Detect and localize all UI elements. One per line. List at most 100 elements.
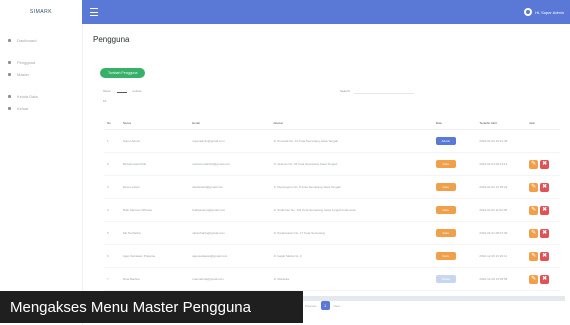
- table-row: 1 Super Admin superadmin@gmail.com Jl. Pemu…: [104, 129, 560, 153]
- entries-length-control: Show entries: [103, 88, 142, 93]
- cell-email: rinamarlina@gmail.com: [189, 267, 271, 291]
- cell-email: budisantoso@gmail.com: [189, 198, 271, 222]
- cell-email: muhammadrizki@gmail.com: [189, 152, 271, 176]
- top-navbar: Hi, Super Admin: [82, 0, 570, 24]
- cell-actions: ✎ ✖: [526, 221, 560, 245]
- cell-role: Guru: [432, 244, 477, 268]
- add-user-button[interactable]: Tambah Pengguna: [100, 68, 146, 78]
- main-content: Pengguna Tambah Pengguna Show entries Se…: [82, 24, 570, 325]
- edit-button[interactable]: ✎: [529, 251, 539, 261]
- cell-alamat: Jl. Merdeka: [270, 267, 433, 291]
- cell-terakhir-aktif: 2022-12-29 13:05:58: [476, 267, 527, 291]
- edit-button[interactable]: ✎: [529, 182, 539, 192]
- cell-role: Guru: [432, 152, 477, 176]
- role-badge: Guru: [435, 229, 456, 237]
- dashboard-icon: [8, 38, 11, 42]
- role-badge: Guru: [435, 206, 456, 214]
- entries-select[interactable]: [116, 88, 127, 93]
- role-badge: Siswa: [435, 275, 456, 283]
- cell-nama: Muhammad Rizki: [119, 152, 190, 176]
- column-header-nama[interactable]: Nama: [119, 117, 190, 130]
- cell-terakhir-aktif: 2023-01-02 14:35:22: [476, 175, 527, 199]
- edit-button[interactable]: ✎: [529, 228, 539, 238]
- delete-button[interactable]: ✖: [540, 182, 550, 192]
- sidebar-item-label: Dashboard: [17, 37, 37, 43]
- sidebar-item-label: Master: [17, 71, 30, 77]
- horizontal-scrollbar[interactable]: [303, 296, 565, 301]
- edit-button[interactable]: ✎: [529, 205, 539, 215]
- sidebar-item-label: Keluar: [17, 105, 29, 111]
- cell-alamat: Jl. Pandanaran No. 17 Kota Semarang: [270, 221, 433, 245]
- entries-label: entries: [132, 88, 142, 93]
- sidebar-item-label: Kelola Data: [17, 93, 38, 99]
- cell-no: 2: [104, 152, 120, 176]
- cell-no: 3: [104, 175, 120, 199]
- cell-alamat: Jl. Veteran No. 45 Kota Semarang Jawa Te…: [270, 152, 433, 176]
- user-menu[interactable]: Hi, Super Admin: [524, 8, 564, 16]
- cell-nama: Dewi Lestari: [119, 175, 190, 199]
- role-badge: Guru: [435, 183, 456, 191]
- cell-email: sitinurhaliza@gmail.com: [189, 221, 271, 245]
- column-header-aksi: Aksi: [526, 117, 560, 130]
- cell-alamat: Jl. Pemuda No. 12 Kota Semarang Jawa Ten…: [270, 129, 433, 153]
- table-row: 5 Siti Nurhaliza sitinurhaliza@gmail.com Jl…: [104, 221, 560, 245]
- sidebar-item-pengguna[interactable]: Pengguna: [0, 56, 82, 68]
- cell-email: dewilestari@gmail.com: [189, 175, 271, 199]
- delete-button[interactable]: ✖: [540, 228, 550, 238]
- sidebar-item-label: Pengguna: [17, 59, 36, 65]
- edit-button[interactable]: ✎: [529, 159, 539, 169]
- cell-no: 5: [104, 221, 120, 245]
- search-label: Search:: [340, 89, 351, 93]
- cell-nama: Rina Marlina: [119, 267, 190, 291]
- cell-no: 1: [104, 129, 120, 153]
- table-header-row: No Nama Email Alamat Role Terakhir Aktif…: [104, 117, 560, 130]
- logout-icon: [8, 106, 11, 110]
- menu-toggle-icon[interactable]: [90, 8, 98, 16]
- pagination-next[interactable]: Next: [334, 304, 340, 308]
- table-row: 2 Muhammad Rizki muhammadrizki@gmail.com Jl…: [104, 152, 560, 176]
- page-size-value[interactable]: 10: [103, 99, 106, 103]
- search-input[interactable]: [354, 88, 415, 94]
- folder-icon: [8, 72, 11, 76]
- table-row: 7 Rina Marlina rinamarlina@gmail.com Jl. Me…: [104, 267, 560, 291]
- sidebar-item-dashboard[interactable]: Dashboard: [0, 34, 82, 46]
- sidebar: SIMARK Dashboard Pengguna Master Kelola …: [0, 0, 83, 325]
- edit-button[interactable]: ✎: [529, 274, 539, 284]
- column-header-terakhir-aktif[interactable]: Terakhir Aktif: [476, 117, 527, 130]
- cell-role: Guru: [432, 198, 477, 222]
- delete-button[interactable]: ✖: [540, 159, 550, 169]
- cell-terakhir-aktif: 2023-01-03 09:14:12: [476, 152, 527, 176]
- cell-nama: Agus Setiawan Pratama: [119, 244, 190, 268]
- column-header-email[interactable]: Email: [189, 117, 271, 130]
- cell-actions: ✎ ✖: [526, 267, 560, 291]
- user-name: Hi, Super Admin: [535, 9, 564, 15]
- delete-button[interactable]: ✖: [540, 274, 550, 284]
- sidebar-item-master[interactable]: Master: [0, 68, 82, 80]
- cell-role: Guru: [432, 221, 477, 245]
- cell-role: Siswa: [432, 267, 477, 291]
- pagination: Previous 1 Next: [305, 301, 340, 310]
- video-caption: Mengakses Menu Master Pengguna: [0, 291, 303, 323]
- cell-terakhir-aktif: 2023-01-01 08:47:39: [476, 221, 527, 245]
- cell-alamat: Jl. Diponegoro No. 8 Kota Semarang Jawa …: [270, 175, 433, 199]
- cell-email: superadmin@gmail.com: [189, 129, 271, 153]
- cell-actions: ✎ ✖: [526, 198, 560, 222]
- cell-actions: ✎ ✖: [526, 152, 560, 176]
- sidebar-brand[interactable]: SIMARK: [0, 0, 82, 24]
- column-header-no[interactable]: No: [104, 117, 120, 130]
- cell-nama: Siti Nurhaliza: [119, 221, 190, 245]
- edit-icon: [8, 94, 11, 98]
- role-badge: Guru: [435, 160, 456, 168]
- column-header-alamat[interactable]: Alamat: [270, 117, 433, 130]
- pagination-previous[interactable]: Previous: [305, 304, 317, 308]
- sidebar-item-kelola-data[interactable]: Kelola Data: [0, 90, 82, 102]
- cell-alamat: Jl. Gajah Mada No. 3: [270, 244, 433, 268]
- column-header-role[interactable]: Role: [432, 117, 477, 130]
- delete-button[interactable]: ✖: [540, 251, 550, 261]
- cell-email: agussetiawan@gmail.com: [189, 244, 271, 268]
- cell-actions: [526, 129, 560, 153]
- pagination-page-1[interactable]: 1: [320, 301, 330, 310]
- cell-terakhir-aktif: 2023-01-02 11:02:05: [476, 198, 527, 222]
- delete-button[interactable]: ✖: [540, 205, 550, 215]
- sidebar-item-keluar[interactable]: Keluar: [0, 102, 82, 114]
